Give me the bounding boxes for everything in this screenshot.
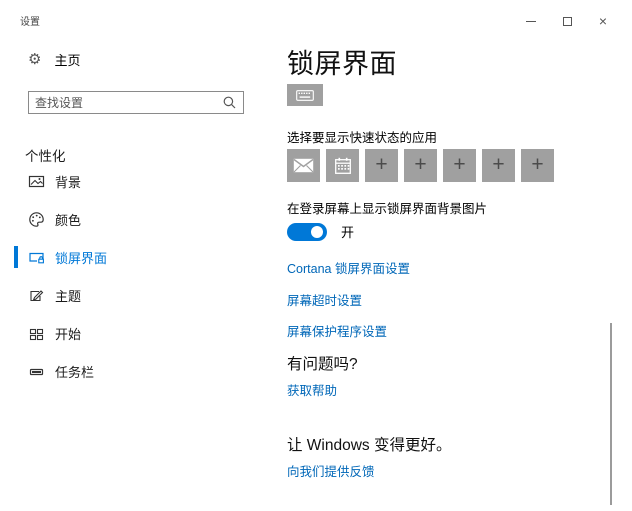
close-button[interactable]: × xyxy=(596,14,610,28)
sidebar-item-label: 主题 xyxy=(55,286,81,305)
sidebar-item-colors[interactable]: 颜色 xyxy=(0,200,262,238)
close-icon: × xyxy=(599,14,607,28)
plus-icon: + xyxy=(414,154,426,175)
page-title: 锁屏界面 xyxy=(287,42,397,81)
maximize-icon xyxy=(563,17,572,26)
picture-icon xyxy=(28,173,45,190)
plus-icon: + xyxy=(492,154,504,175)
themes-icon xyxy=(28,287,45,304)
vertical-scrollbar[interactable] xyxy=(610,323,612,505)
sidebar-item-background[interactable]: 背景 xyxy=(0,162,262,200)
sidebar-item-label: 颜色 xyxy=(55,210,81,229)
mail-icon xyxy=(293,158,314,173)
selected-indicator xyxy=(14,246,18,268)
sidebar-item-start[interactable]: 开始 xyxy=(0,314,262,352)
quick-status-tile-add[interactable]: + xyxy=(365,149,398,182)
window-controls: × xyxy=(524,14,610,28)
signin-background-label: 在登录屏幕上显示锁屏界面背景图片 xyxy=(287,198,487,217)
minimize-icon xyxy=(526,21,536,22)
screen-timeout-settings-link[interactable]: 屏幕超时设置 xyxy=(287,290,362,309)
search-box xyxy=(28,91,244,114)
quick-status-label: 选择要显示快速状态的应用 xyxy=(287,127,437,146)
quick-status-tiles: + + + + + xyxy=(287,149,554,182)
sidebar-item-label: 开始 xyxy=(55,324,81,343)
quick-status-tile-calendar[interactable] xyxy=(326,149,359,182)
screensaver-settings-link[interactable]: 屏幕保护程序设置 xyxy=(287,321,387,340)
signin-background-toggle-row: 开 xyxy=(287,222,354,241)
lockscreen-icon xyxy=(28,249,45,266)
get-help-link[interactable]: 获取帮助 xyxy=(287,380,337,399)
toggle-knob xyxy=(311,226,323,238)
quick-status-tile-add[interactable]: + xyxy=(443,149,476,182)
home-label: 主页 xyxy=(54,50,80,69)
sidebar-item-taskbar[interactable]: 任务栏 xyxy=(0,352,262,390)
sidebar-item-label: 锁屏界面 xyxy=(55,248,107,267)
plus-icon: + xyxy=(375,154,387,175)
minimize-button[interactable] xyxy=(524,14,538,28)
search-icon xyxy=(223,96,236,109)
sidebar-item-label: 背景 xyxy=(55,172,81,191)
quick-status-tile-add[interactable]: + xyxy=(521,149,554,182)
sidebar-item-lockscreen[interactable]: 锁屏界面 xyxy=(0,238,262,276)
sidebar-item-home[interactable]: ⚙ 主页 xyxy=(28,50,80,69)
plus-icon: + xyxy=(453,154,465,175)
quick-status-tile-add[interactable]: + xyxy=(482,149,515,182)
palette-icon xyxy=(28,211,45,228)
gear-icon: ⚙ xyxy=(28,52,41,67)
help-heading: 有问题吗? xyxy=(287,352,358,374)
settings-window: 设置 × ⚙ 主页 个性化 背景 xyxy=(0,0,632,511)
cortana-lockscreen-settings-link[interactable]: Cortana 锁屏界面设置 xyxy=(287,258,410,277)
toggle-state-label: 开 xyxy=(341,222,354,241)
signin-background-toggle[interactable] xyxy=(287,223,327,241)
search-input[interactable] xyxy=(29,96,223,110)
sidebar-item-themes[interactable]: 主题 xyxy=(0,276,262,314)
sidebar-item-label: 任务栏 xyxy=(55,362,94,381)
taskbar-icon xyxy=(28,363,45,380)
quick-status-tile-mail[interactable] xyxy=(287,149,320,182)
maximize-button[interactable] xyxy=(560,14,574,28)
lockscreen-preview-tile[interactable] xyxy=(287,84,323,106)
give-feedback-link[interactable]: 向我们提供反馈 xyxy=(287,461,375,480)
window-title: 设置 xyxy=(20,13,40,28)
calendar-icon xyxy=(334,157,352,175)
feedback-heading: 让 Windows 变得更好。 xyxy=(287,433,452,455)
quick-status-tile-add[interactable]: + xyxy=(404,149,437,182)
keyboard-icon xyxy=(296,90,314,101)
plus-icon: + xyxy=(531,154,543,175)
start-icon xyxy=(28,325,45,342)
